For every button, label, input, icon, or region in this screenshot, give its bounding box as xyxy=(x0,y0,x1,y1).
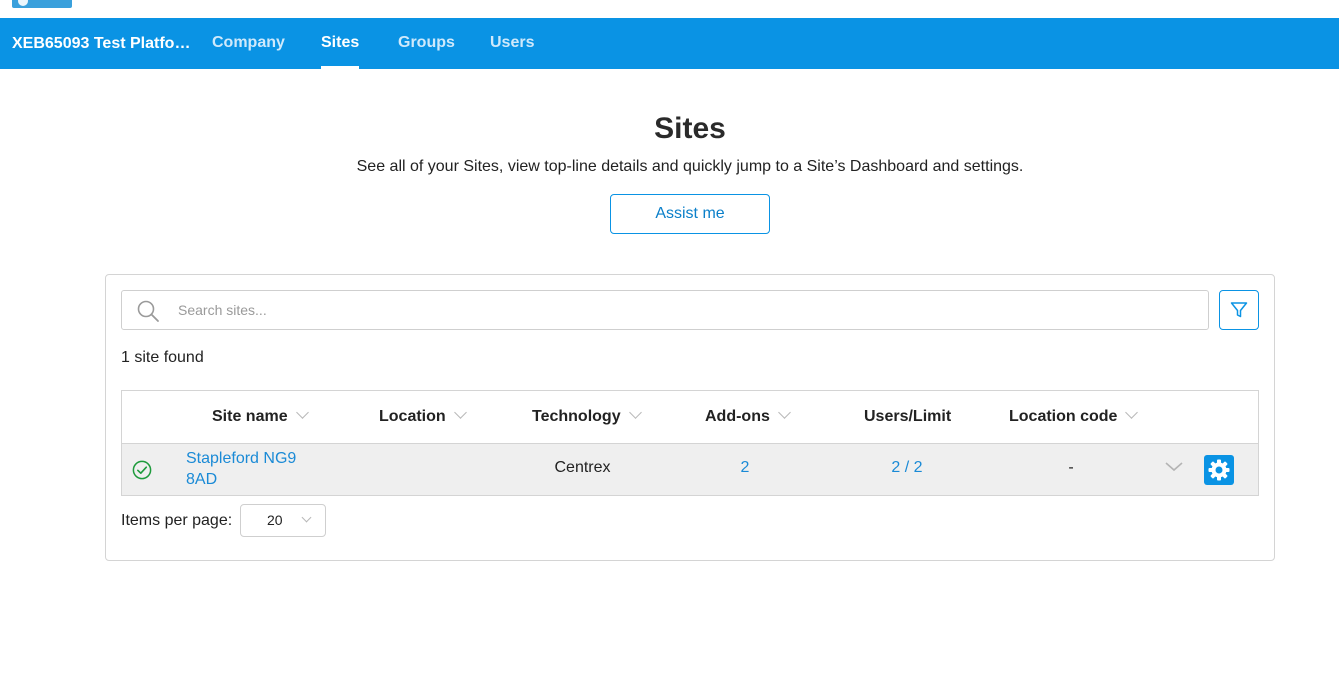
column-header-site-name[interactable]: Site name xyxy=(212,391,309,443)
search-input[interactable] xyxy=(178,291,1178,329)
column-label: Add-ons xyxy=(705,408,770,425)
search-box[interactable] xyxy=(121,290,1209,330)
chevron-down-icon[interactable] xyxy=(1164,460,1184,474)
chevron-down-icon xyxy=(295,406,309,419)
search-icon xyxy=(137,300,159,322)
tab-sites[interactable]: Sites xyxy=(321,18,360,69)
table-row: Stapleford NG9 8AD Centrex 2 2 / 2 - xyxy=(122,444,1258,495)
site-settings-button[interactable] xyxy=(1204,455,1234,485)
assist-me-button[interactable]: Assist me xyxy=(610,194,770,234)
check-circle-icon xyxy=(132,460,152,480)
sites-card: 1 site found Site name Location Technolo… xyxy=(105,274,1275,561)
column-header-technology[interactable]: Technology xyxy=(532,391,642,443)
column-label: Site name xyxy=(212,408,288,425)
column-label: Users/Limit xyxy=(864,408,952,425)
column-label: Location code xyxy=(1009,408,1118,425)
table-header: Site name Location Technology Add-ons Us… xyxy=(122,391,1258,444)
chevron-down-icon xyxy=(628,406,642,419)
site-location-code: - xyxy=(1068,459,1074,476)
company-name[interactable]: XEB65093 Test Platfo… xyxy=(12,18,192,69)
column-header-users-limit: Users/Limit xyxy=(864,391,951,443)
page-subtitle: See all of your Sites, view top-line det… xyxy=(356,158,1024,175)
results-count: 1 site found xyxy=(121,349,204,366)
column-header-addons[interactable]: Add-ons xyxy=(705,391,791,443)
top-navigation-bar: XEB65093 Test Platfo… Company Sites Grou… xyxy=(0,18,1339,69)
filter-icon xyxy=(1230,302,1248,318)
tab-groups[interactable]: Groups xyxy=(398,18,455,69)
filter-button[interactable] xyxy=(1219,290,1259,330)
app-logo[interactable] xyxy=(12,0,72,8)
sites-table: Site name Location Technology Add-ons Us… xyxy=(121,390,1259,496)
site-technology: Centrex xyxy=(554,459,611,476)
column-header-location[interactable]: Location xyxy=(379,391,467,443)
page-title: Sites xyxy=(654,112,726,145)
items-per-page-label: Items per page: xyxy=(121,512,233,529)
tab-users[interactable]: Users xyxy=(490,18,534,69)
column-header-location-code[interactable]: Location code xyxy=(1009,391,1139,443)
column-label: Location xyxy=(379,408,446,425)
items-per-page-select[interactable]: 20 xyxy=(240,504,326,537)
site-name-link[interactable]: Stapleford NG9 8AD xyxy=(186,448,306,490)
chevron-down-icon xyxy=(453,406,467,419)
site-users-limit-link[interactable]: 2 / 2 xyxy=(872,459,942,477)
tab-company[interactable]: Company xyxy=(212,18,285,69)
site-addons-link[interactable]: 2 xyxy=(732,459,758,477)
chevron-down-icon xyxy=(1125,406,1139,419)
chevron-down-icon xyxy=(301,512,312,523)
chevron-down-icon xyxy=(778,406,791,419)
column-label: Technology xyxy=(532,408,621,425)
items-per-page-value: 20 xyxy=(267,512,283,528)
gear-icon xyxy=(1208,459,1230,481)
